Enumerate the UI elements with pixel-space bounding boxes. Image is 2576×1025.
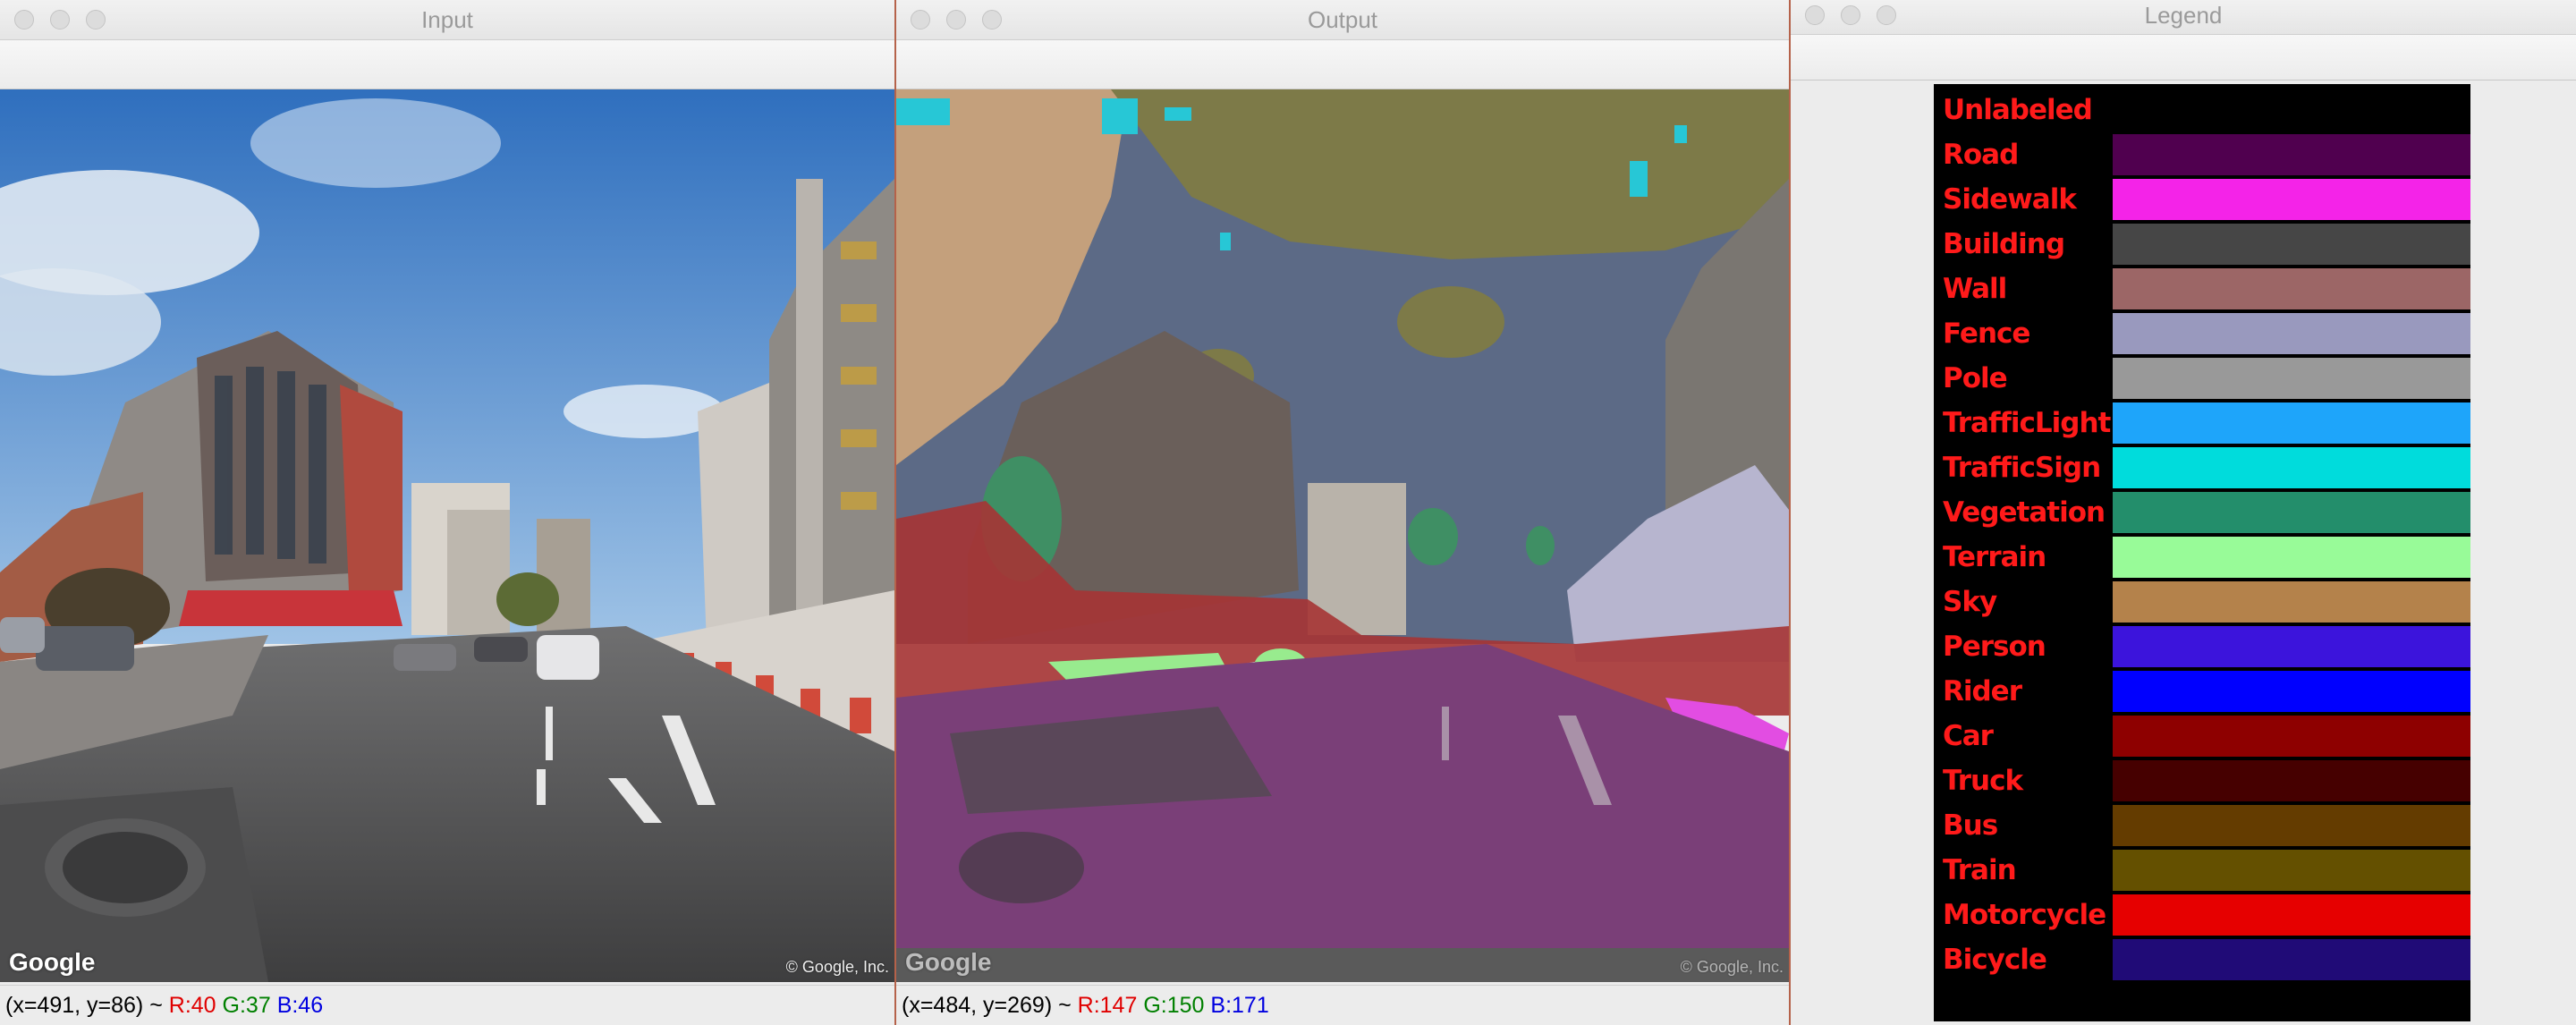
legend-row: Bus (1934, 803, 2470, 848)
legend-swatch (2113, 402, 2470, 444)
legend-row: Rider (1934, 669, 2470, 714)
legend-label: TrafficSign (1943, 452, 2101, 484)
pixel-coords: (x=484, y=269) ~ (902, 993, 1078, 1018)
legend-swatch (2113, 894, 2470, 936)
legend-swatch (2113, 537, 2470, 578)
legend-row: Sky (1934, 580, 2470, 624)
legend-swatch (2113, 268, 2470, 309)
copyright-watermark: © Google, Inc. (1680, 958, 1784, 976)
window-title: Output (1307, 6, 1378, 33)
input-toolbar (0, 40, 894, 89)
input-window: Input Google © Google, Inc. (x=491, y=86… (0, 0, 894, 1025)
segmentation-overlay (896, 89, 1789, 982)
legend-row: Sidewalk (1934, 177, 2470, 222)
pixel-green: G:150 (1143, 993, 1205, 1018)
legend-row: Terrain (1934, 535, 2470, 580)
legend-label: Person (1943, 631, 2046, 663)
legend-label: Bicycle (1943, 944, 2047, 976)
legend-swatch (2113, 89, 2470, 131)
legend-row: Fence (1934, 311, 2470, 356)
legend-row: Truck (1934, 758, 2470, 803)
legend-swatch (2113, 492, 2470, 533)
pixel-green: G:37 (222, 993, 271, 1018)
legend-toolbar (1791, 35, 2576, 80)
legend-label: Fence (1943, 318, 2030, 350)
legend-label: Car (1943, 720, 1994, 752)
window-title: Legend (2144, 2, 2223, 29)
legend-swatch (2113, 805, 2470, 846)
legend-label: Building (1943, 228, 2065, 260)
legend-swatch (2113, 313, 2470, 354)
google-watermark: Google (9, 948, 96, 976)
legend-swatch (2113, 358, 2470, 399)
pixel-red: R:40 (168, 993, 216, 1018)
input-titlebar[interactable]: Input (0, 0, 894, 40)
legend-swatch (2113, 626, 2470, 667)
legend-swatch (2113, 224, 2470, 265)
legend-row: Pole (1934, 356, 2470, 401)
legend-label: Road (1943, 139, 2019, 171)
output-titlebar[interactable]: Output (896, 0, 1789, 40)
legend-row: TrafficLight (1934, 401, 2470, 445)
legend-label: Vegetation (1943, 496, 2106, 529)
legend-row: Person (1934, 624, 2470, 669)
legend-row: Motorcycle (1934, 893, 2470, 937)
legend-row: Unlabeled (1934, 88, 2470, 132)
input-status-bar: (x=491, y=86) ~ R:40 G:37 B:46 (0, 985, 894, 1025)
copyright-watermark: © Google, Inc. (785, 958, 889, 976)
legend-swatch (2113, 716, 2470, 757)
legend-label: Bus (1943, 809, 1998, 842)
legend-label: Rider (1943, 675, 2022, 707)
legend-label: Pole (1943, 362, 2008, 394)
legend-label: Sky (1943, 586, 1997, 618)
pixel-red: R:147 (1077, 993, 1138, 1018)
output-image[interactable]: Google © Google, Inc. (896, 89, 1789, 982)
legend-panel: Unlabeled Road Sidewalk Building Wall Fence Po… (1934, 84, 2470, 1021)
legend-row: Building (1934, 222, 2470, 267)
legend-label: Sidewalk (1943, 183, 2077, 216)
legend-label: Motorcycle (1943, 899, 2106, 931)
legend-swatch (2113, 447, 2470, 488)
legend-swatch (2113, 939, 2470, 980)
legend-titlebar[interactable]: Legend (1791, 0, 2576, 35)
window-title: Input (421, 6, 473, 33)
legend-swatch (2113, 581, 2470, 623)
legend-swatch (2113, 850, 2470, 891)
legend-row: Vegetation (1934, 490, 2470, 535)
legend-label: Unlabeled (1943, 94, 2093, 126)
legend-swatch (2113, 134, 2470, 175)
legend-row: Wall (1934, 267, 2470, 311)
legend-label: Truck (1943, 765, 2023, 797)
legend-swatch (2113, 760, 2470, 801)
output-window: Output Google © Google, Inc. (x=484, y=2… (896, 0, 1789, 1025)
street-photo (0, 89, 894, 982)
output-toolbar (896, 40, 1789, 89)
legend-area: Unlabeled Road Sidewalk Building Wall Fence Po… (1791, 80, 2576, 1025)
pixel-coords: (x=491, y=86) ~ (5, 993, 169, 1018)
legend-window: Legend Unlabeled Road Sidewalk Building Wall… (1791, 0, 2576, 1025)
legend-row: TrafficSign (1934, 445, 2470, 490)
legend-swatch (2113, 671, 2470, 712)
legend-label: Train (1943, 854, 2017, 886)
legend-row: Train (1934, 848, 2470, 893)
pixel-blue: B:171 (1210, 993, 1269, 1018)
legend-label: TrafficLight (1943, 407, 2111, 439)
legend-swatch (2113, 179, 2470, 220)
google-watermark: Google (905, 948, 992, 976)
legend-row: Bicycle (1934, 937, 2470, 982)
input-image[interactable]: Google © Google, Inc. (0, 89, 894, 982)
legend-label: Terrain (1943, 541, 2046, 573)
legend-row: Road (1934, 132, 2470, 177)
legend-row: Car (1934, 714, 2470, 758)
output-status-bar: (x=484, y=269) ~ R:147 G:150 B:171 (896, 985, 1789, 1025)
legend-label: Wall (1943, 273, 2007, 305)
pixel-blue: B:46 (276, 993, 324, 1018)
